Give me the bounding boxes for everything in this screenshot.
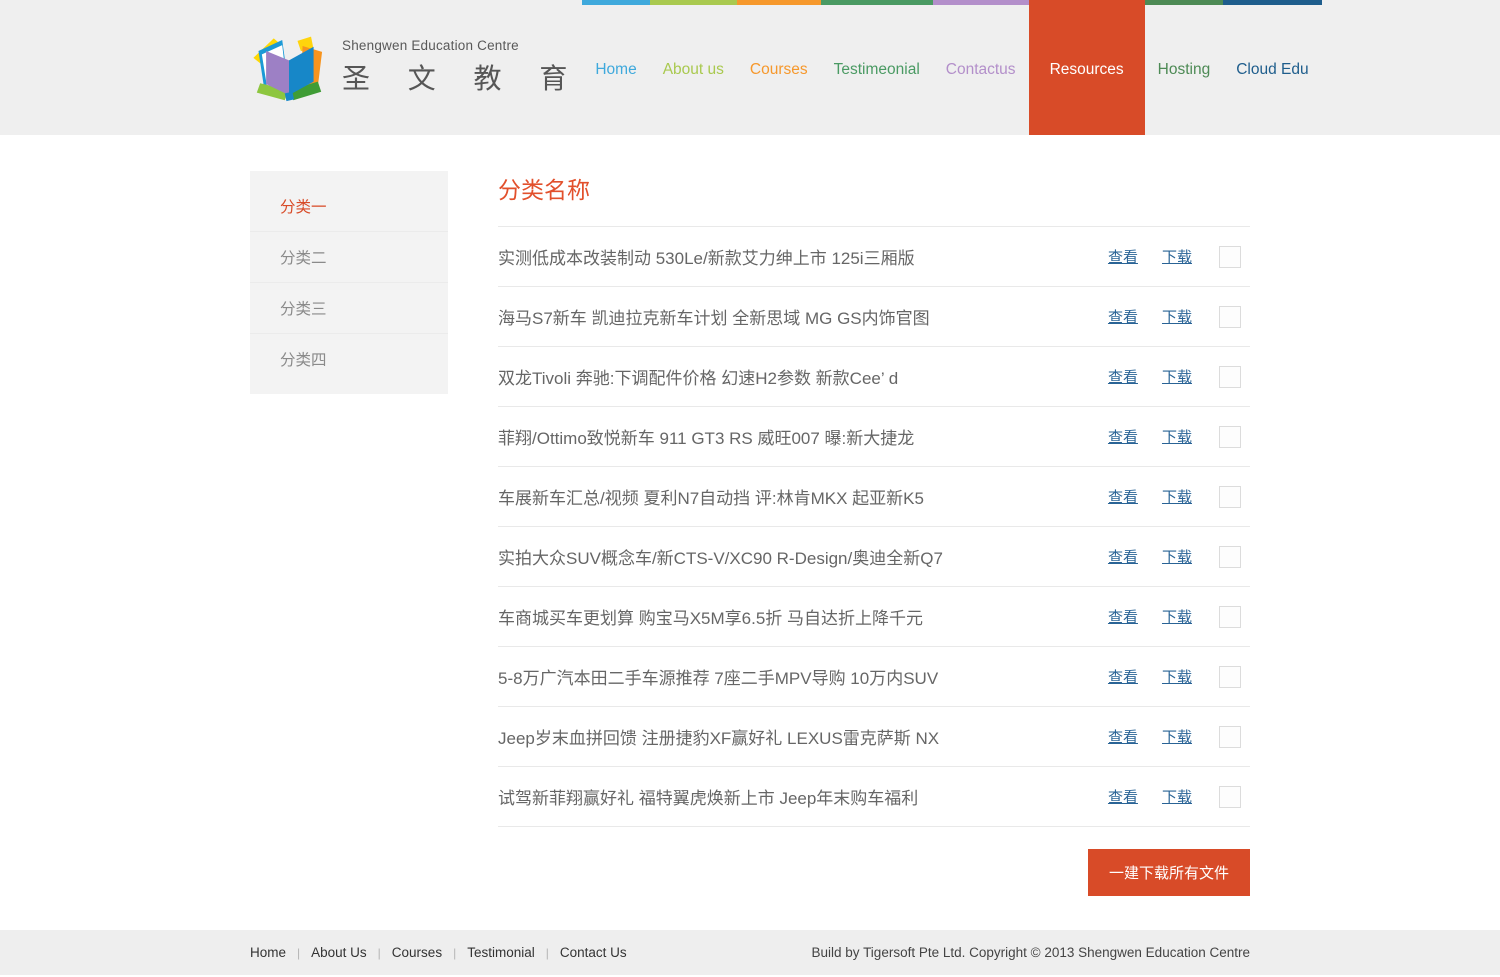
file-row-title: 试驾新菲翔赢好礼 福特翼虎焕新上市 Jeep年末购车福利 [498, 784, 918, 809]
file-row-title: 5-8万广汽本田二手车源推荐 7座二手MPV导购 10万内SUV [498, 664, 938, 689]
file-row: 车展新车汇总/视频 夏利N7自动挡 评:林肯MKX 起亚新K5 查看 下载 [498, 467, 1250, 527]
file-row: 试驾新菲翔赢好礼 福特翼虎焕新上市 Jeep年末购车福利 查看 下载 [498, 767, 1250, 827]
download-link[interactable]: 下载 [1162, 486, 1192, 507]
footer-link[interactable]: Home [250, 945, 286, 960]
sidebar-category-item[interactable]: 分类二 [250, 232, 448, 283]
book-logo-icon [250, 33, 328, 103]
nav-item-label: Hosting [1158, 61, 1211, 79]
download-link[interactable]: 下载 [1162, 726, 1192, 747]
category-sidebar: 分类一 分类二 分类三 分类四 [250, 171, 448, 394]
nav-item-label: Cloud Edu [1236, 61, 1308, 79]
nav-item[interactable]: Resources [1029, 0, 1145, 135]
download-link[interactable]: 下载 [1162, 426, 1192, 447]
file-row-title: Jeep岁末血拼回馈 注册捷豹XF赢好礼 LEXUS雷克萨斯 NX [498, 724, 939, 749]
view-link[interactable]: 查看 [1108, 786, 1138, 807]
file-row: 实拍大众SUV概念车/新CTS-V/XC90 R-Design/奥迪全新Q7 查… [498, 527, 1250, 587]
nav-item-label: Courses [750, 61, 808, 79]
row-checkbox[interactable] [1219, 366, 1241, 388]
file-row: 实测低成本改装制动 530Le/新款艾力绅上市 125i三厢版 查看 下载 [498, 227, 1250, 287]
download-link[interactable]: 下载 [1162, 666, 1192, 687]
page-title: 分类名称 [498, 171, 1250, 205]
nav-item-label: Home [595, 61, 636, 79]
file-list-section: 分类名称 实测低成本改装制动 530Le/新款艾力绅上市 125i三厢版 查看 … [498, 171, 1250, 896]
footer-link[interactable]: Contact Us [560, 945, 627, 960]
view-link[interactable]: 查看 [1108, 666, 1138, 687]
footer-link[interactable]: About Us [311, 945, 367, 960]
file-row-title: 双龙Tivoli 奔驰:下调配件价格 幻速H2参数 新款Cee’ d [498, 364, 898, 389]
file-row: 菲翔/Ottimo致悦新车 911 GT3 RS 威旺007 曝:新大捷龙 查看… [498, 407, 1250, 467]
file-row: 车商城买车更划算 购宝马X5M享6.5折 马自达折上降千元 查看 下载 [498, 587, 1250, 647]
nav-item[interactable]: Hosting [1145, 0, 1224, 135]
nav-item[interactable]: Courses [737, 0, 821, 135]
brand-name-en: Shengwen Education Centre [342, 38, 582, 53]
file-row-title: 海马S7新车 凯迪拉克新车计划 全新思域 MG GS内饰官图 [498, 304, 930, 329]
nav-item-label: Contactus [946, 61, 1016, 79]
download-link[interactable]: 下载 [1162, 366, 1192, 387]
view-link[interactable]: 查看 [1108, 246, 1138, 267]
file-row-title: 实拍大众SUV概念车/新CTS-V/XC90 R-Design/奥迪全新Q7 [498, 544, 943, 569]
file-row-title: 菲翔/Ottimo致悦新车 911 GT3 RS 威旺007 曝:新大捷龙 [498, 424, 914, 449]
nav-item[interactable]: Contactus [933, 0, 1029, 135]
view-link[interactable]: 查看 [1108, 606, 1138, 627]
footer-link[interactable]: Testimonial [467, 945, 535, 960]
file-row: 双龙Tivoli 奔驰:下调配件价格 幻速H2参数 新款Cee’ d 查看 下载 [498, 347, 1250, 407]
row-checkbox[interactable] [1219, 306, 1241, 328]
nav-item[interactable]: Home [582, 0, 649, 135]
download-link[interactable]: 下载 [1162, 786, 1192, 807]
sidebar-category-item[interactable]: 分类三 [250, 283, 448, 334]
row-checkbox[interactable] [1219, 786, 1241, 808]
file-row-title: 车展新车汇总/视频 夏利N7自动挡 评:林肯MKX 起亚新K5 [498, 484, 924, 509]
row-checkbox[interactable] [1219, 546, 1241, 568]
row-checkbox[interactable] [1219, 726, 1241, 748]
view-link[interactable]: 查看 [1108, 546, 1138, 567]
nav-item-label: About us [663, 61, 724, 79]
download-link[interactable]: 下载 [1162, 246, 1192, 267]
row-checkbox[interactable] [1219, 246, 1241, 268]
nav-item-label: Testimeonial [834, 61, 920, 79]
nav-item[interactable]: Cloud Edu [1223, 0, 1321, 135]
download-all-button[interactable]: 一建下载所有文件 [1088, 849, 1250, 896]
view-link[interactable]: 查看 [1108, 726, 1138, 747]
site-footer: Home About Us Courses Testimonial Contac… [0, 930, 1500, 975]
main-nav: Home About us Courses Testimeonial [582, 0, 1321, 135]
site-header: Shengwen Education Centre 圣 文 教 育 Home A… [0, 0, 1500, 135]
view-link[interactable]: 查看 [1108, 426, 1138, 447]
row-checkbox[interactable] [1219, 606, 1241, 628]
download-link[interactable]: 下载 [1162, 306, 1192, 327]
download-link[interactable]: 下载 [1162, 546, 1192, 567]
file-row: 海马S7新车 凯迪拉克新车计划 全新思域 MG GS内饰官图 查看 下载 [498, 287, 1250, 347]
view-link[interactable]: 查看 [1108, 486, 1138, 507]
file-row-title: 实测低成本改装制动 530Le/新款艾力绅上市 125i三厢版 [498, 244, 915, 269]
nav-item[interactable]: About us [650, 0, 737, 135]
file-row: Jeep岁末血拼回馈 注册捷豹XF赢好礼 LEXUS雷克萨斯 NX 查看 下载 [498, 707, 1250, 767]
row-checkbox[interactable] [1219, 426, 1241, 448]
file-row: 5-8万广汽本田二手车源推荐 7座二手MPV导购 10万内SUV 查看 下载 [498, 647, 1250, 707]
row-checkbox[interactable] [1219, 486, 1241, 508]
sidebar-category-item[interactable]: 分类四 [250, 334, 448, 384]
sidebar-category-item[interactable]: 分类一 [250, 181, 448, 232]
logo[interactable]: Shengwen Education Centre 圣 文 教 育 [250, 33, 582, 103]
brand-name-zh: 圣 文 教 育 [342, 57, 582, 97]
nav-item-label: Resources [1050, 61, 1124, 79]
file-row-title: 车商城买车更划算 购宝马X5M享6.5折 马自达折上降千元 [498, 604, 923, 629]
nav-item[interactable]: Testimeonial [821, 0, 933, 135]
row-checkbox[interactable] [1219, 666, 1241, 688]
download-link[interactable]: 下载 [1162, 606, 1192, 627]
view-link[interactable]: 查看 [1108, 366, 1138, 387]
copyright-text: Build by Tigersoft Pte Ltd. Copyright © … [812, 945, 1250, 960]
footer-link[interactable]: Courses [392, 945, 442, 960]
view-link[interactable]: 查看 [1108, 306, 1138, 327]
